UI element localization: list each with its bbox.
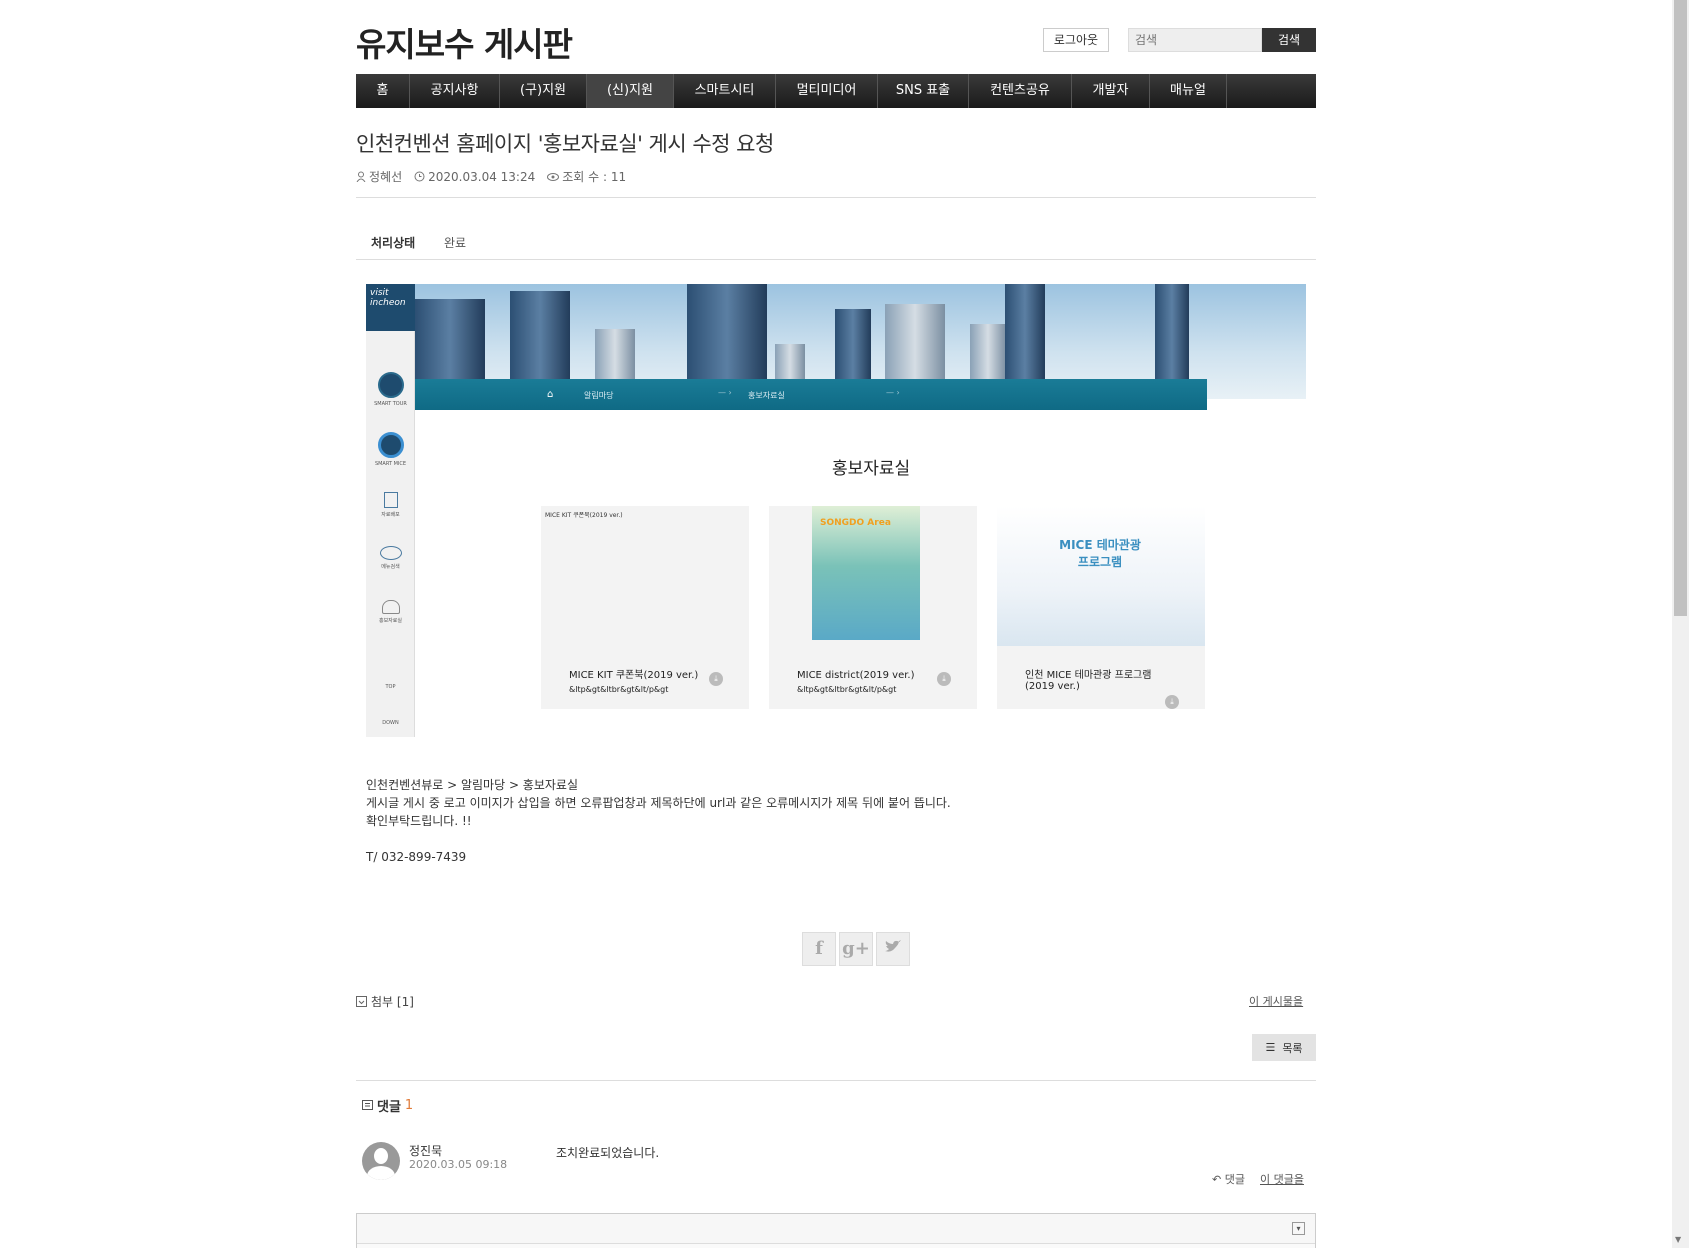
article-author[interactable]: 정혜선 — [369, 168, 402, 185]
share-buttons: f g+ — [802, 932, 910, 966]
editor-toolbar: ▾ — [357, 1214, 1315, 1244]
twitter-share-button[interactable] — [876, 932, 910, 966]
visit-incheon-logo: visit incheon — [366, 284, 415, 331]
list-button-label: 목록 — [1282, 1041, 1303, 1055]
nav-item-sns[interactable]: SNS 표출 — [878, 74, 969, 108]
smart-mice-icon — [377, 432, 404, 458]
side-item-top: TOP — [385, 684, 396, 690]
cloud-icon — [381, 600, 400, 614]
songdo-map-image: SONGDO Area — [812, 506, 920, 640]
status-value: 완료 — [444, 236, 467, 250]
search-input[interactable] — [1128, 28, 1262, 52]
body-line: 확인부탁드립니다. !! — [366, 814, 472, 828]
list-icon: ☰ — [1265, 1041, 1276, 1054]
embedded-card: SONGDO Area MICE district(2019 ver.) &lt… — [769, 506, 977, 709]
download-icon: ⤓ — [709, 672, 723, 686]
author-meta: 정혜선 — [356, 168, 402, 185]
comment-count: 1 — [404, 1098, 414, 1113]
comments-header-label: 댓글 — [377, 1100, 401, 1115]
side-item-smart-tour: SMART TOUR — [366, 372, 415, 407]
comment-date: 2020.03.05 09:18 — [409, 1158, 508, 1171]
article-datetime: 2020.03.04 13:24 — [428, 169, 536, 184]
nav-item-developer[interactable]: 개발자 — [1072, 74, 1150, 108]
avatar — [362, 1142, 400, 1180]
breadcrumb-separator-icon: — › — [886, 388, 900, 397]
main-nav: 홈 공지사항 (구)지원 (신)지원 스마트시티 멀티미디어 SNS 표출 컨텐… — [356, 74, 1316, 108]
clock-icon — [414, 171, 425, 182]
body-line: 인천컨벤션뷰로 > 알림마당 > 홍보자료실 — [366, 778, 579, 792]
article-views: 조회 수 : 11 — [562, 170, 627, 184]
embedded-card: MICE KIT 쿠폰북(2019 ver.) MICE KIT 쿠폰북(201… — [541, 506, 749, 709]
status-label: 처리상태 — [371, 236, 416, 250]
side-item-down: DOWN — [382, 720, 399, 726]
side-item-download: 자료배포 — [366, 492, 415, 518]
download-icon: ⤓ — [1165, 695, 1179, 709]
comment-text: 조치완료되었습니다. — [556, 1146, 660, 1160]
scrollbar[interactable]: ▼ — [1672, 0, 1689, 1248]
body-line: T/ 032-899-7439 — [366, 850, 467, 864]
attachment-label[interactable]: 첨부 [1] — [371, 993, 414, 1010]
nav-item-new-support[interactable]: (신)지원 — [587, 74, 674, 108]
reply-icon: ↶ — [1212, 1173, 1222, 1186]
nav-item-smart-city[interactable]: 스마트시티 — [674, 74, 776, 108]
reply-button[interactable]: ↶ 댓글 — [1212, 1171, 1245, 1187]
globe-icon — [379, 546, 402, 560]
article-meta: 정혜선 2020.03.04 13:24 조회 수 : 11 — [356, 168, 626, 185]
logout-button[interactable]: 로그아웃 — [1043, 28, 1109, 52]
side-item-smart-mice: SMART MICE — [366, 432, 415, 467]
embedded-breadcrumb: ⌂ 알림마당 — › 홍보자료실 — › — [415, 379, 1207, 410]
side-item-menu-search: 메뉴검색 — [366, 546, 415, 570]
this-comment-menu[interactable]: 이 댓글을 — [1260, 1171, 1304, 1187]
google-plus-share-button[interactable]: g+ — [839, 932, 873, 966]
scrollbar-thumb[interactable] — [1674, 0, 1687, 616]
embedded-breadcrumb-2: 홍보자료실 — [748, 391, 785, 400]
status-row: 처리상태 완료 — [356, 230, 1316, 260]
site-title[interactable]: 유지보수 게시판 — [356, 18, 573, 66]
embedded-screenshot[interactable]: visit incheon SMART TOUR SMART MICE 자료배포… — [366, 284, 1306, 737]
comments-header: 댓글 1 — [362, 1096, 413, 1115]
datetime-meta: 2020.03.04 13:24 — [414, 168, 535, 185]
body-line: 게시글 게시 중 로고 이미지가 삽입을 하면 오류팝업창과 제목하단에 url… — [366, 796, 951, 810]
nav-item-manual[interactable]: 매뉴얼 — [1150, 74, 1227, 108]
list-button[interactable]: ☰ 목록 — [1252, 1034, 1316, 1061]
breadcrumb-separator-icon: — › — [718, 388, 732, 397]
twitter-icon — [885, 940, 901, 952]
comment-icon — [362, 1099, 373, 1110]
nav-item-notice[interactable]: 공지사항 — [410, 74, 500, 108]
nav-item-content-share[interactable]: 컨텐츠공유 — [969, 74, 1072, 108]
embedded-heading: 홍보자료실 — [832, 459, 911, 479]
divider — [356, 1080, 1316, 1081]
chevron-down-icon[interactable]: ▾ — [1292, 1222, 1305, 1235]
divider — [356, 197, 1316, 198]
nav-item-old-support[interactable]: (구)지원 — [500, 74, 587, 108]
scroll-down-icon[interactable]: ▼ — [1675, 1235, 1681, 1244]
article-body: 인천컨벤션뷰로 > 알림마당 > 홍보자료실 게시글 게시 중 로고 이미지가 … — [366, 776, 951, 866]
comment-author[interactable]: 정진묵 — [409, 1142, 442, 1159]
search-button[interactable]: 검색 — [1262, 28, 1316, 52]
this-post-menu[interactable]: 이 게시물을 — [1249, 993, 1303, 1009]
views-meta: 조회 수 : 11 — [547, 168, 626, 185]
embedded-card: MICE 테마관광 프로그램 인천 MICE 테마관광 프로그램 (2019 v… — [997, 506, 1205, 709]
home-icon: ⌂ — [547, 389, 554, 400]
embedded-breadcrumb-1: 알림마당 — [584, 391, 614, 400]
download-icon: ⤓ — [937, 672, 951, 686]
mice-program-image: MICE 테마관광 프로그램 — [997, 506, 1205, 646]
eye-icon — [547, 172, 560, 181]
reply-label: 댓글 — [1224, 1173, 1245, 1186]
nav-item-home[interactable]: 홈 — [356, 74, 410, 108]
attachment-link[interactable]: 첨부 [1] — [356, 993, 414, 1010]
facebook-share-button[interactable]: f — [802, 932, 836, 966]
comment-editor[interactable]: ▾ — [356, 1213, 1316, 1248]
article-title[interactable]: 인천컨벤션 홈페이지 '홍보자료실' 게시 수정 요청 — [356, 128, 774, 158]
nav-item-multimedia[interactable]: 멀티미디어 — [776, 74, 878, 108]
embedded-sidebar: visit incheon SMART TOUR SMART MICE 자료배포… — [366, 284, 415, 737]
smart-tour-icon — [377, 372, 404, 398]
side-item-promo: 홍보자료실 — [366, 600, 415, 624]
attachment-icon — [356, 996, 367, 1007]
user-icon — [356, 171, 366, 182]
document-icon — [383, 492, 398, 508]
